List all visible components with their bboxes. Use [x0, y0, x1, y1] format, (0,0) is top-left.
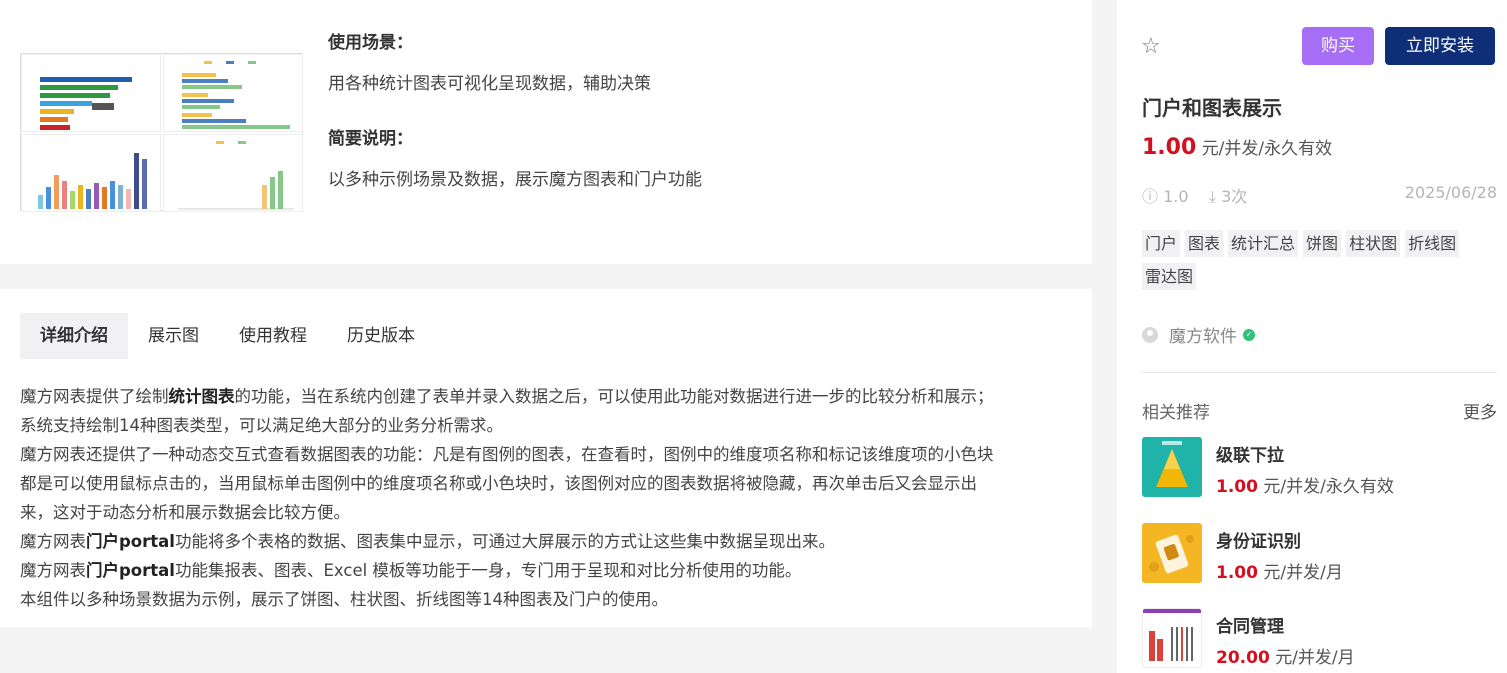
- recommend-name: 合同管理: [1216, 617, 1284, 637]
- summary-text: 以多种示例场景及数据，展示魔方图表和门户功能: [328, 170, 702, 190]
- tag-item[interactable]: 柱状图: [1346, 230, 1401, 257]
- product-meta: ⓘ 1.0 ⤓ 3次 2025/06/28: [1142, 183, 1497, 207]
- thumb-bar-chart: [21, 54, 161, 132]
- recommend-thumbnail: [1142, 608, 1202, 668]
- product-sidebar: ☆ 购买 立即安装 门户和图表展示 1.00 元/并发/永久有效 ⓘ 1.0 ⤓…: [1117, 0, 1507, 673]
- price-unit: 元/并发/永久有效: [1201, 139, 1333, 159]
- product-price: 1.00 元/并发/永久有效: [1142, 134, 1332, 160]
- desc-line-5: 来，这对于动态分析和展示数据会比较方便。: [20, 503, 350, 522]
- version-value: 1.0: [1163, 187, 1189, 206]
- tag-list: 门户 图表 统计汇总 饼图 柱状图 折线图 雷达图: [1142, 230, 1497, 290]
- recommend-price: 1.00 元/并发/永久有效: [1216, 477, 1394, 497]
- recommend-heading: 相关推荐: [1142, 403, 1210, 423]
- tab-tutorial[interactable]: 使用教程: [219, 313, 327, 359]
- desc-line-3: 魔方网表还提供了一种动态交互式查看数据图表的功能：凡是有图例的图表，在查看时，图…: [20, 445, 994, 464]
- price-value: 1.00: [1142, 135, 1197, 160]
- recommend-item[interactable]: 身份证识别 1.00 元/并发/月: [1142, 523, 1497, 585]
- desc-line-1: 魔方网表提供了绘制统计图表的功能，当在系统内创建了表单并录入数据之后，可以使用此…: [20, 387, 994, 406]
- tab-details[interactable]: 详细介绍: [20, 313, 128, 359]
- desc-line-6: 魔方网表门户portal功能将多个表格的数据、图表集中显示，可通过大屏展示的方式…: [20, 532, 835, 551]
- summary-label: 简要说明：: [328, 129, 413, 149]
- recommend-price: 1.00 元/并发/月: [1216, 563, 1343, 583]
- install-button[interactable]: 立即安装: [1385, 27, 1495, 65]
- preview-thumbnail[interactable]: [20, 53, 303, 212]
- recommend-item[interactable]: 合同管理 20.00 元/并发/月: [1142, 608, 1497, 670]
- thumb-column-chart: [21, 134, 161, 212]
- tab-screenshots[interactable]: 展示图: [128, 313, 219, 359]
- detail-tabs: 详细介绍 展示图 使用教程 历史版本: [20, 313, 435, 359]
- desc-line-4: 都是可以使用鼠标点击的，当用鼠标单击图例中的维度项名称或小色块时，该图例对应的图…: [20, 474, 977, 493]
- desc-line-2: 系统支持绘制14种图表类型，可以满足绝大部分的业务分析需求。: [20, 416, 503, 435]
- recommend-name: 级联下拉: [1216, 446, 1284, 466]
- recommend-item[interactable]: 级联下拉 1.00 元/并发/永久有效: [1142, 437, 1497, 499]
- tag-item[interactable]: 门户: [1142, 230, 1181, 257]
- thumb-sparse-bars: [163, 134, 303, 212]
- vendor-info[interactable]: 魔方软件 ✓: [1142, 322, 1255, 347]
- recommend-price: 20.00 元/并发/月: [1216, 648, 1355, 668]
- tag-item[interactable]: 饼图: [1303, 230, 1342, 257]
- recommend-thumbnail: [1142, 523, 1202, 583]
- tag-item[interactable]: 雷达图: [1142, 263, 1197, 290]
- release-date: 2025/06/28: [1404, 183, 1497, 202]
- verified-check-icon: ✓: [1243, 328, 1255, 341]
- overview-card: 使用场景： 用各种统计图表可视化呈现数据，辅助决策 简要说明： 以多种示例场景及…: [0, 0, 1092, 264]
- desc-line-7: 魔方网表门户portal功能集报表、图表、Excel 模板等功能于一身，专门用于…: [20, 561, 802, 580]
- thumb-grouped-bars: [163, 54, 303, 132]
- download-count: 3次: [1221, 187, 1248, 206]
- info-circle-icon: ⓘ: [1142, 187, 1159, 206]
- vendor-avatar-icon: [1142, 326, 1158, 343]
- product-title: 门户和图表展示: [1142, 96, 1282, 120]
- desc-line-8: 本组件以多种场景数据为示例，展示了饼图、柱状图、折线图等14种图表及门户的使用。: [20, 590, 668, 609]
- more-link[interactable]: 更多: [1463, 398, 1497, 423]
- tag-item[interactable]: 统计汇总: [1228, 230, 1299, 257]
- recommend-thumbnail: [1142, 437, 1202, 497]
- intro-info: 使用场景： 用各种统计图表可视化呈现数据，辅助决策 简要说明： 以多种示例场景及…: [328, 28, 702, 190]
- tab-history[interactable]: 历史版本: [327, 313, 435, 359]
- tag-item[interactable]: 图表: [1185, 230, 1224, 257]
- scene-label: 使用场景：: [328, 33, 413, 53]
- divider: [1142, 372, 1497, 373]
- download-icon: ⤓: [1208, 187, 1216, 206]
- recommend-name: 身份证识别: [1216, 532, 1301, 552]
- vendor-name: 魔方软件: [1169, 327, 1237, 347]
- scene-text: 用各种统计图表可视化呈现数据，辅助决策: [328, 74, 651, 94]
- description-body: 魔方网表提供了绘制统计图表的功能，当在系统内创建了表单并录入数据之后，可以使用此…: [20, 382, 1070, 614]
- recommend-header: 相关推荐 更多: [1142, 398, 1497, 423]
- favorite-star-icon[interactable]: ☆: [1141, 34, 1161, 59]
- description-card: 详细介绍 展示图 使用教程 历史版本 魔方网表提供了绘制统计图表的功能，当在系统…: [0, 289, 1092, 627]
- buy-button[interactable]: 购买: [1302, 27, 1374, 65]
- tag-item[interactable]: 折线图: [1405, 230, 1460, 257]
